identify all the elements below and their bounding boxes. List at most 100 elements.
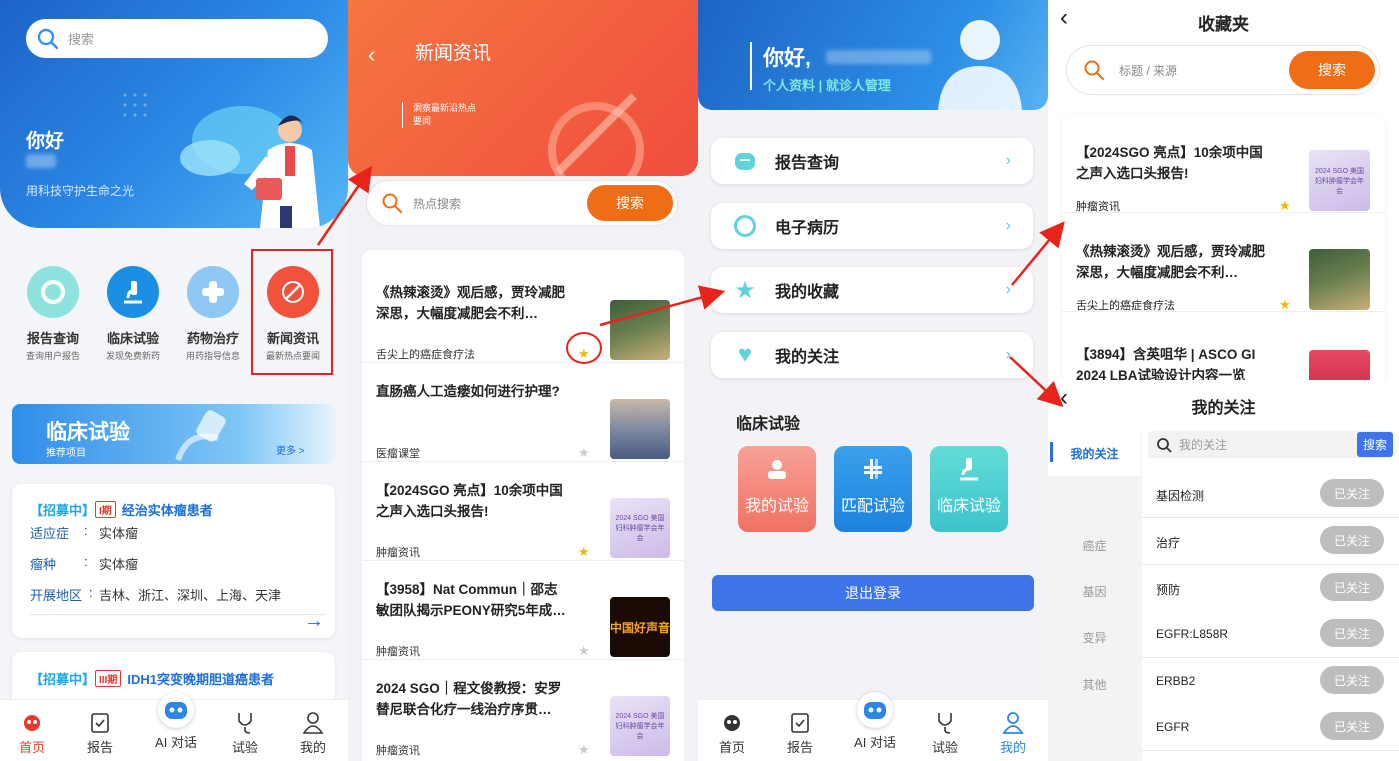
followed-button[interactable]: 已关注 xyxy=(1320,666,1384,694)
tab-ai-chat[interactable]: AI 对话 xyxy=(146,692,206,751)
tab-mine[interactable]: 我的 xyxy=(283,710,343,756)
back-chevron-icon[interactable]: ‹ xyxy=(368,42,375,68)
profile-header: 你好, 个人资料 | 就诊人管理 xyxy=(698,0,1048,110)
tab-trial[interactable]: 试验 xyxy=(915,710,975,756)
follow-row: 治疗 已关注 xyxy=(1142,518,1399,565)
favorite-item[interactable]: 《热辣滚烫》观后感，贾玲减肥深思，大幅度减肥会不利… 舌尖上的癌症食疗法 ★ xyxy=(1062,213,1385,312)
favorite-item[interactable]: 【2024SGO 亮点】10余项中国之声入选口头报告! 肿瘤资讯 2024 SG… xyxy=(1062,114,1385,213)
search-button[interactable]: 搜索 xyxy=(587,185,673,221)
star-icon[interactable]: ★ xyxy=(578,643,590,659)
news-item[interactable]: 【2024SGO 亮点】10余项中国之声入选口头报告! 肿瘤资讯 2024 SG… xyxy=(362,462,684,561)
favorite-item[interactable]: 【3894】含英咀华 | ASCO GI 2024 LBA试验设计内容一览 xyxy=(1062,312,1385,384)
news-hero-banner: ‹ 新闻资讯 洞察最新沿热点 要闻 xyxy=(348,0,698,176)
clipboard-icon xyxy=(770,710,830,734)
follow-row: EGFR:L858R 已关注 xyxy=(1142,611,1399,658)
star-highlight-circle xyxy=(566,332,602,364)
clinical-trial-banner[interactable]: 临床试验 推荐项目 更多 > xyxy=(12,404,336,464)
search-button[interactable]: 搜索 xyxy=(1289,51,1375,89)
star-icon[interactable]: ★ xyxy=(578,445,590,461)
tab-report[interactable]: 报告 xyxy=(770,710,830,756)
trial-name: 经治实体瘤患者 xyxy=(121,503,213,518)
clinical-trial-button[interactable]: 临床试验 xyxy=(930,446,1008,532)
follow-search-input[interactable]: 我的关注 搜索 xyxy=(1148,431,1393,458)
followed-button[interactable]: 已关注 xyxy=(1320,712,1384,740)
chevron-right-icon: › xyxy=(1005,281,1011,298)
match-trial-button[interactable]: 匹配试验 xyxy=(834,446,912,532)
menu-my-favorites[interactable]: ★ 我的收藏 › xyxy=(711,267,1033,313)
menu-medical-record[interactable]: 电子病历 › xyxy=(711,203,1033,249)
news-thumbnail xyxy=(610,300,670,360)
menu-report-query[interactable]: 报告查询 › xyxy=(711,138,1033,184)
star-icon[interactable]: ★ xyxy=(1279,297,1291,313)
search-icon xyxy=(37,28,59,49)
category-cancer[interactable]: 癌症 xyxy=(1048,522,1141,568)
section-title: 临床试验 xyxy=(736,416,801,433)
follow-row: EGFR 已关注 xyxy=(1142,704,1399,751)
drug-treatment-entry[interactable]: 药物治疗 用药指导信息 xyxy=(173,258,253,362)
favorites-screen: ‹ 收藏夹 标题 / 来源 搜索 【2024SGO 亮点】10余项中国之声入选口… xyxy=(1048,0,1399,761)
person-icon xyxy=(983,710,1043,734)
category-other[interactable]: 其他 xyxy=(1048,661,1141,707)
star-icon[interactable]: ★ xyxy=(1279,198,1291,214)
robot-home-icon xyxy=(2,710,62,734)
news-highlight-box xyxy=(251,249,333,375)
followed-button[interactable]: 已关注 xyxy=(1320,619,1384,647)
trial-card[interactable]: 【招募中】 I期 经治实体瘤患者 适应症 : 实体瘤 瘤种 : 实体瘤 开展地区… xyxy=(12,484,335,638)
star-icon: ★ xyxy=(734,276,756,304)
followed-button[interactable]: 已关注 xyxy=(1320,479,1384,507)
home-screen: 搜索 你好 用科技守护生命之光 报告查询 查询用户报告 临床试验 发现免费新药 … xyxy=(0,0,348,761)
news-search-bar[interactable]: 热点搜索 搜索 xyxy=(366,180,678,226)
blurred-username xyxy=(26,154,56,168)
clinical-trial-entry[interactable]: 临床试验 发现免费新药 xyxy=(93,258,173,362)
news-item[interactable]: 【3958】Nat Commun｜邵志敏团队揭示PEONY研究5年成… 肿瘤资讯… xyxy=(362,561,684,660)
profile-screen: 你好, 个人资料 | 就诊人管理 报告查询 › 电子病历 › ★ 我的收藏 › … xyxy=(698,0,1048,761)
news-list: 《热辣滚烫》观后感，贾玲减肥深思，大幅度减肥会不利… 舌尖上的癌症食疗法 ★ 直… xyxy=(362,250,684,761)
star-icon[interactable]: ★ xyxy=(578,544,590,560)
tab-trial[interactable]: 试验 xyxy=(215,710,275,756)
more-link[interactable]: 更多 > xyxy=(276,442,305,457)
followed-button[interactable]: 已关注 xyxy=(1320,526,1384,554)
arrow-right-icon[interactable]: → xyxy=(304,610,324,633)
report-query-entry[interactable]: 报告查询 查询用户报告 xyxy=(13,258,93,362)
news-thumbnail xyxy=(610,399,670,459)
star-icon[interactable]: ★ xyxy=(578,742,590,758)
profile-links[interactable]: 个人资料 | 就诊人管理 xyxy=(763,75,891,94)
news-item[interactable]: 2024 SGO｜程文俊教授：安罗替尼联合化疗一线治疗序贯… 肿瘤资讯 2024… xyxy=(362,660,684,759)
tab-home[interactable]: 首页 xyxy=(702,710,762,756)
menu-my-follows[interactable]: ♥ 我的关注 › xyxy=(711,332,1033,378)
news-thumbnail: 2024 SGO 美国妇科肿瘤学会年会 xyxy=(610,498,670,558)
my-trial-button[interactable]: 我的试验 xyxy=(738,446,816,532)
news-item[interactable]: 直肠癌人工造瘘如何进行护理? 医瘤课堂 ★ xyxy=(362,363,684,462)
blurred-username xyxy=(826,50,931,64)
phase-badge: I期 xyxy=(95,501,116,518)
ai-robot-icon xyxy=(146,692,206,728)
favorite-thumbnail xyxy=(1309,249,1370,310)
person-icon xyxy=(283,710,343,734)
person-card-icon xyxy=(738,446,816,492)
doctor-illustration xyxy=(180,106,320,228)
follow-row: 基因检测 已关注 xyxy=(1142,471,1399,518)
favorite-thumbnail: 2024 SGO 美国妇科肿瘤学会年会 xyxy=(1309,150,1370,211)
category-variant[interactable]: 变异 xyxy=(1048,614,1141,660)
page-title: 收藏夹 xyxy=(1198,15,1249,34)
hero-caption: 洞察最新沿热点 要闻 xyxy=(402,102,476,128)
favorites-search-bar[interactable]: 标题 / 来源 搜索 xyxy=(1066,45,1380,95)
greeting-text: 你好 xyxy=(26,131,65,152)
home-search-input[interactable]: 搜索 xyxy=(26,19,328,58)
category-my-follows[interactable]: 我的关注 xyxy=(1048,430,1141,476)
news-item[interactable]: 《热辣滚烫》观后感，贾玲减肥深思，大幅度减肥会不利… 舌尖上的癌症食疗法 ★ xyxy=(362,264,684,364)
follow-search-button[interactable]: 搜索 xyxy=(1357,432,1393,457)
tab-mine[interactable]: 我的 xyxy=(983,710,1043,756)
follow-row: ERBB2 已关注 xyxy=(1142,658,1399,705)
tab-home[interactable]: 首页 xyxy=(2,710,62,756)
news-search-placeholder: 热点搜索 xyxy=(413,196,462,211)
bottom-tab-bar: 首页 报告 AI 对话 试验 我的 xyxy=(0,692,348,761)
followed-button[interactable]: 已关注 xyxy=(1320,573,1384,601)
tab-report[interactable]: 报告 xyxy=(70,710,130,756)
category-gene[interactable]: 基因 xyxy=(1048,568,1141,614)
logout-button[interactable]: 退出登录 xyxy=(712,575,1034,611)
heart-icon: ♥ xyxy=(737,341,753,368)
stethoscope-icon xyxy=(915,710,975,734)
chevron-right-icon: › xyxy=(1005,217,1011,234)
tab-ai-chat[interactable]: AI 对话 xyxy=(845,692,905,751)
